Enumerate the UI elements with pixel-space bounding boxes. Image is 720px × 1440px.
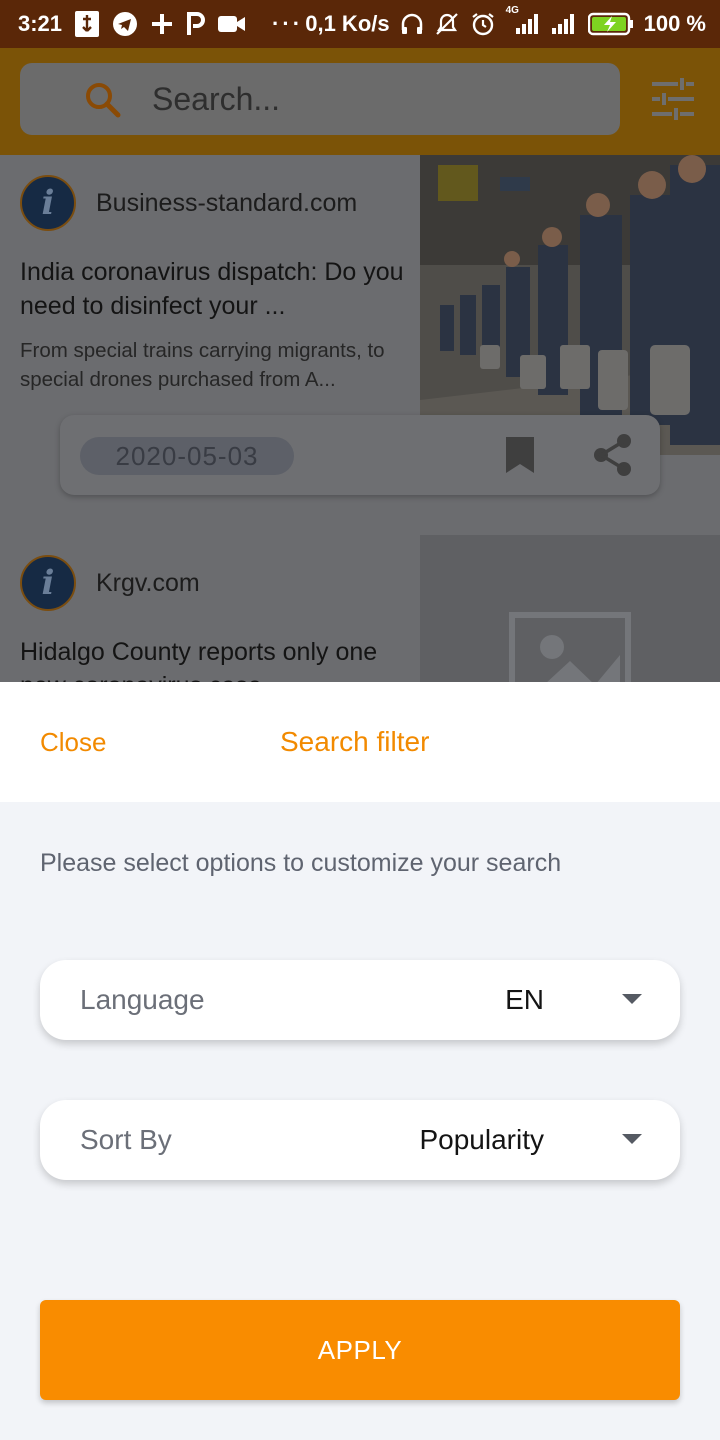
chevron-down-icon bbox=[622, 994, 642, 1004]
bookmark-icon[interactable] bbox=[504, 435, 536, 480]
search-placeholder: Search... bbox=[152, 80, 281, 117]
search-filter-sheet: Close Search filter Please select option… bbox=[0, 682, 720, 1440]
article-headline: Hidalgo County reports only one new coro… bbox=[20, 638, 378, 682]
language-select[interactable]: Language EN bbox=[40, 960, 680, 1040]
close-button[interactable]: Close bbox=[40, 727, 106, 758]
signal-icon bbox=[550, 13, 578, 35]
image-placeholder bbox=[420, 535, 720, 682]
article-card[interactable]: i Business-standard.com India coronaviru… bbox=[0, 155, 720, 515]
info-icon: i bbox=[20, 555, 76, 611]
sort-by-select[interactable]: Sort By Popularity bbox=[40, 1100, 680, 1180]
sort-by-value: Popularity bbox=[419, 1124, 544, 1155]
status-bar: 3:21 ··· 0,1 Ko/s 4G 100 % bbox=[0, 0, 720, 48]
article-card[interactable]: i Krgv.com Hidalgo County reports only o… bbox=[0, 535, 720, 682]
source-name: Krgv.com bbox=[96, 568, 200, 597]
source-name: Business-standard.com bbox=[96, 188, 358, 217]
article-actions: 2020-05-03 bbox=[60, 415, 660, 495]
network-type: 4G bbox=[505, 5, 519, 16]
headphones-icon bbox=[400, 12, 424, 36]
pinwheel-icon bbox=[150, 12, 174, 36]
article-photo bbox=[420, 155, 720, 455]
app-bar: Search... bbox=[0, 48, 720, 155]
info-icon: i bbox=[20, 175, 76, 231]
article-source: i Business-standard.com bbox=[20, 175, 357, 231]
chevron-down-icon bbox=[622, 1134, 642, 1144]
article-date: 2020-05-03 bbox=[80, 437, 294, 475]
video-camera-icon bbox=[218, 13, 246, 35]
status-time: 3:21 bbox=[18, 11, 63, 36]
filter-icon[interactable] bbox=[650, 76, 696, 127]
news-feed: i Business-standard.com India coronaviru… bbox=[0, 155, 720, 682]
telegram-icon bbox=[112, 11, 138, 37]
language-label: Language bbox=[80, 984, 205, 1015]
more-notifications-icon: ··· bbox=[272, 11, 304, 36]
search-input[interactable]: Search... bbox=[20, 63, 620, 135]
notifications-off-icon bbox=[434, 11, 460, 37]
sheet-header: Close Search filter bbox=[0, 682, 720, 802]
share-icon[interactable] bbox=[592, 433, 634, 482]
sort-by-label: Sort By bbox=[80, 1124, 172, 1155]
article-headline: India coronavirus dispatch: Do you need … bbox=[20, 258, 404, 320]
alarm-icon bbox=[470, 11, 496, 37]
p-app-icon bbox=[186, 12, 206, 36]
net-speed: 0,1 Ko/s bbox=[305, 11, 390, 36]
language-value: EN bbox=[505, 984, 544, 1015]
article-source: i Krgv.com bbox=[20, 555, 200, 611]
apply-button[interactable]: APPLY bbox=[40, 1300, 680, 1400]
battery-percent: 100 % bbox=[643, 11, 706, 36]
sheet-description: Please select options to customize your … bbox=[40, 849, 562, 877]
battery-charging-icon bbox=[587, 12, 634, 36]
article-snippet: From special trains carrying migrants, t… bbox=[20, 339, 385, 391]
usb-icon bbox=[74, 10, 100, 38]
signal-4g-icon: 4G bbox=[506, 5, 540, 35]
sheet-title: Search filter bbox=[280, 726, 430, 757]
search-icon bbox=[84, 81, 122, 124]
